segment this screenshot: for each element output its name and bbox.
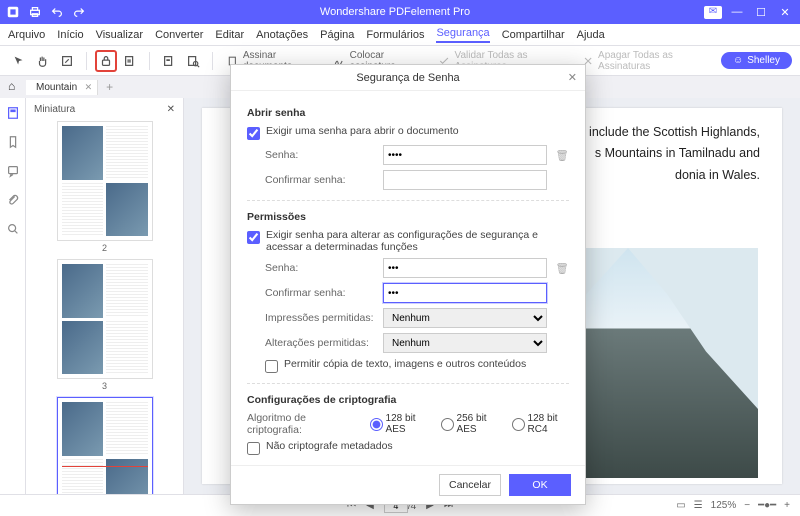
sign-tool-icon[interactable] [119,50,141,72]
dialog-close-icon[interactable]: ✕ [568,71,577,84]
menu-inicio[interactable]: Início [57,29,83,41]
zoom-slider[interactable]: ━●━ [758,500,776,511]
enc-128aes-radio[interactable] [370,418,383,431]
thumbnail-page[interactable] [57,121,153,241]
clear-signatures-label: Apagar Todas as Assinaturas [598,50,711,72]
menubar: Arquivo Início Visualizar Converter Edit… [0,24,800,46]
search-panel-icon[interactable] [6,222,20,239]
zoom-out-icon[interactable]: − [744,500,750,511]
thumbnail-number: 3 [32,381,177,391]
app-logo-icon [6,5,20,19]
maximize-button[interactable]: ☐ [752,6,770,19]
tab-add-button[interactable]: + [98,80,121,94]
perm-confirm-input[interactable] [383,283,547,303]
printing-allowed-label: Impressões permitidas: [265,312,375,324]
printing-allowed-select[interactable]: Nenhum [383,308,547,328]
search-redact-icon[interactable] [182,50,204,72]
thumbnails-icon[interactable] [6,106,20,123]
sidebar [0,98,26,494]
allow-copy-label: Permitir cópia de texto, imagens e outro… [284,358,526,370]
tab-close-icon[interactable]: ✕ [85,82,93,93]
require-permission-password-checkbox[interactable] [247,231,260,244]
view-continuous-icon[interactable]: ☰ [694,500,703,511]
open-password-label: Senha: [265,149,375,161]
menu-compartilhar[interactable]: Compartilhar [502,29,565,41]
enc-128rc4-radio[interactable] [512,418,525,431]
enc-128rc4-label: 128 bit RC4 [528,413,569,435]
no-encrypt-metadata-label: Não criptografe metadados [266,440,393,452]
enc-256aes-label: 256 bit AES [457,413,498,435]
dialog-titlebar: Segurança de Senha ✕ [231,65,585,91]
changes-allowed-label: Alterações permitidas: [265,337,375,349]
require-open-password-checkbox[interactable] [247,127,260,140]
menu-seguranca[interactable]: Segurança [436,27,489,43]
changes-allowed-select[interactable]: Nenhum [383,333,547,353]
thumbnail-number: 2 [32,243,177,253]
no-encrypt-metadata-checkbox[interactable] [247,442,260,455]
menu-pagina[interactable]: Página [320,29,354,41]
annotations-icon[interactable] [6,164,20,181]
perm-password-label: Senha: [265,262,375,274]
enc-128aes-label: 128 bit AES [386,413,427,435]
app-title: Wondershare PDFelement Pro [86,6,704,18]
open-password-input[interactable] [383,145,547,165]
user-pill[interactable]: ☺ Shelley [721,52,792,69]
thumbnail-page[interactable] [57,397,153,494]
thumbnail-panel-close-icon[interactable]: ✕ [167,104,175,115]
bookmarks-icon[interactable] [6,135,20,152]
clear-signatures-button[interactable]: Apagar Todas as Assinaturas [576,50,717,72]
menu-anotacoes[interactable]: Anotações [256,29,308,41]
print-icon[interactable] [28,5,42,19]
perm-confirm-label: Confirmar senha: [265,287,375,299]
enc-256aes-radio[interactable] [441,418,454,431]
ok-button[interactable]: OK [509,474,571,496]
open-confirm-input[interactable] [383,170,547,190]
user-name: Shelley [747,55,780,66]
close-button[interactable]: ✕ [776,6,794,19]
redact-tool-icon[interactable] [158,50,180,72]
dialog-title: Segurança de Senha [356,72,459,84]
password-security-dialog: Segurança de Senha ✕ Abrir senha Exigir … [230,64,586,505]
menu-ajuda[interactable]: Ajuda [577,29,605,41]
menu-arquivo[interactable]: Arquivo [8,29,45,41]
titlebar: Wondershare PDFelement Pro ✉ — ☐ ✕ [0,0,800,24]
open-confirm-label: Confirmar senha: [265,174,375,186]
zoom-in-icon[interactable]: + [784,500,790,511]
menu-formularios[interactable]: Formulários [366,29,424,41]
menu-editar[interactable]: Editar [215,29,244,41]
select-tool-icon[interactable] [8,50,30,72]
view-single-icon[interactable]: ▭ [676,500,685,511]
cancel-button[interactable]: Cancelar [439,474,501,496]
redo-icon[interactable] [72,5,86,19]
document-tab-title: Mountain [36,82,77,93]
thumbnail-panel-title: Miniatura [34,104,75,115]
encryption-algorithm-label: Algoritmo de criptografia: [247,412,356,436]
allow-copy-checkbox[interactable] [265,360,278,373]
edit-tool-icon[interactable] [56,50,78,72]
hand-tool-icon[interactable] [32,50,54,72]
user-icon: ☺ [733,55,743,66]
perm-password-input[interactable] [383,258,547,278]
clear-open-password-icon[interactable]: 🗑 [555,149,569,162]
minimize-button[interactable]: — [728,6,746,19]
attachments-icon[interactable] [6,193,20,210]
thumbnail-panel: Miniatura ✕ 2 3 4 [26,98,184,494]
document-tab[interactable]: Mountain ✕ [26,80,98,95]
window-controls: ✉ — ☐ ✕ [704,6,794,19]
undo-icon[interactable] [50,5,64,19]
open-password-section: Abrir senha [247,107,569,119]
clear-perm-password-icon[interactable]: 🗑 [555,262,569,275]
permissions-section: Permissões [247,211,569,223]
menu-converter[interactable]: Converter [155,29,203,41]
require-permission-password-label: Exigir senha para alterar as configuraçõ… [266,229,569,253]
titlebar-left-icons [6,5,86,19]
zoom-value: 125% [711,500,737,511]
home-icon[interactable]: ⌂ [8,79,15,93]
encryption-section: Configurações de criptografia [247,394,569,406]
mail-icon[interactable]: ✉ [704,6,722,19]
password-lock-icon[interactable] [95,50,117,72]
require-open-password-label: Exigir uma senha para abrir o documento [266,125,459,137]
thumbnail-page[interactable] [57,259,153,379]
menu-visualizar[interactable]: Visualizar [96,29,144,41]
